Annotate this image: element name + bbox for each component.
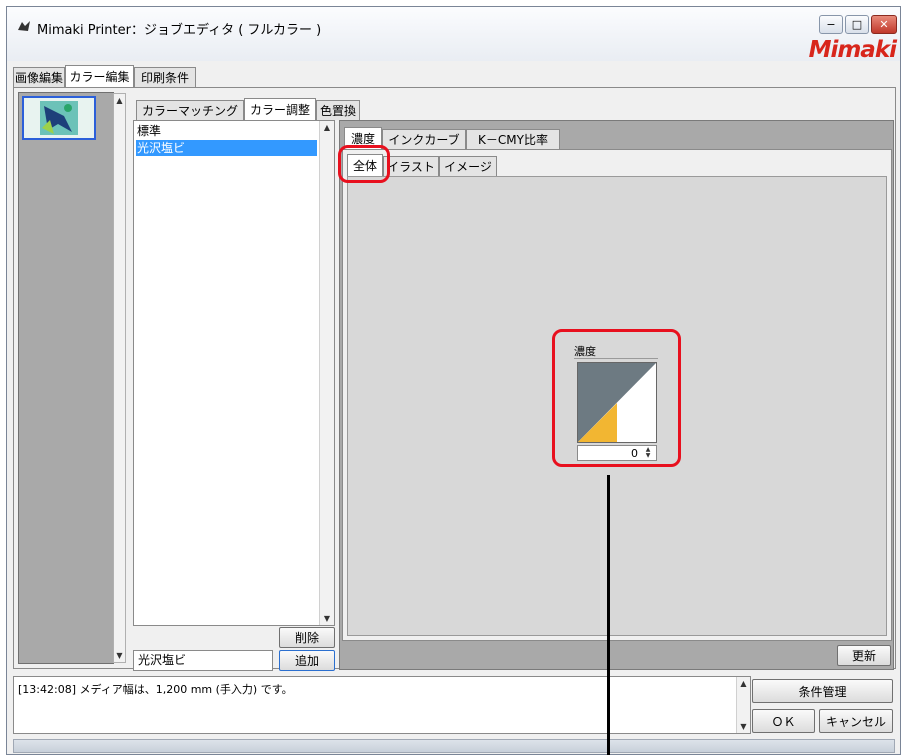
list-item[interactable]: 標準 (136, 123, 317, 139)
scroll-down-icon[interactable]: ▼ (114, 651, 125, 660)
window-title: Mimaki Printer：ジョブエディタ ( フルカラー ) (37, 23, 322, 38)
close-icon: ✕ (879, 18, 889, 31)
log-message: [13:42:08] メディア幅は、1,200 mm (手入力) です。 (18, 683, 293, 696)
delete-button[interactable]: 削除 (279, 627, 335, 648)
cancel-button[interactable]: キャンセル (819, 709, 893, 733)
profile-name-input[interactable]: 光沢塩ビ (133, 650, 273, 671)
app-icon (16, 18, 32, 34)
conditions-manage-button[interactable]: 条件管理 (752, 679, 893, 703)
maximize-icon: □ (851, 18, 863, 31)
color-edit-frame: ▲ ▼ カラーマッチング カラー調整 色置換 標準 光沢塩ビ ▲ ▼ 削除 光沢… (13, 87, 896, 671)
scroll-up-icon[interactable]: ▲ (737, 679, 750, 688)
profile-list-scrollbar[interactable]: ▲ ▼ (319, 121, 334, 625)
close-button[interactable]: ✕ (871, 15, 897, 34)
tab-print-conditions[interactable]: 印刷条件 (134, 67, 196, 87)
log-scrollbar[interactable]: ▲ ▼ (736, 677, 750, 733)
scroll-up-icon[interactable]: ▲ (320, 123, 334, 132)
tab-color-replace[interactable]: 色置換 (316, 100, 360, 120)
ok-button[interactable]: ＯＫ (752, 709, 815, 733)
density-control-highlight (552, 329, 681, 467)
mimaki-logo: Mimaki (808, 37, 897, 63)
tab-color-matching[interactable]: カラーマッチング (136, 100, 244, 120)
profile-list[interactable]: 標準 光沢塩ビ ▲ ▼ (133, 120, 335, 626)
thumbnail-item[interactable] (22, 96, 96, 140)
thumbnail-image (24, 98, 94, 138)
maximize-button[interactable]: □ (845, 15, 869, 34)
overall-tab-highlight (338, 145, 390, 183)
job-editor-window: Mimaki Printer：ジョブエディタ ( フルカラー ) − □ ✕ M… (6, 6, 901, 755)
scroll-down-icon[interactable]: ▼ (737, 722, 750, 731)
tab-color-edit[interactable]: カラー編集 (65, 65, 134, 87)
scroll-down-icon[interactable]: ▼ (320, 614, 334, 623)
tab-ink-curve[interactable]: インクカーブ (382, 129, 466, 149)
tab-color-adjust[interactable]: カラー調整 (244, 98, 316, 120)
status-bar (13, 739, 895, 753)
minimize-button[interactable]: − (819, 15, 843, 34)
add-button[interactable]: 追加 (279, 650, 335, 671)
tab-image[interactable]: イメージ (439, 156, 497, 176)
tab-k-cmy-ratio[interactable]: K－CMY比率 (466, 129, 560, 149)
callout-line (607, 475, 610, 755)
list-item-selected[interactable]: 光沢塩ビ (136, 140, 317, 156)
thumbnail-scrollbar[interactable]: ▲ ▼ (113, 93, 126, 663)
log-area: [13:42:08] メディア幅は、1,200 mm (手入力) です。 ▲ ▼ (13, 676, 751, 734)
scroll-up-icon[interactable]: ▲ (114, 96, 125, 105)
minimize-icon: − (826, 18, 836, 31)
tab-illustration[interactable]: イラスト (383, 156, 439, 176)
thumbnail-list[interactable] (18, 92, 114, 664)
title-bar[interactable]: Mimaki Printer：ジョブエディタ ( フルカラー ) − □ ✕ M… (7, 7, 900, 63)
tab-image-edit[interactable]: 画像編集 (13, 67, 65, 87)
update-button[interactable]: 更新 (837, 645, 891, 666)
